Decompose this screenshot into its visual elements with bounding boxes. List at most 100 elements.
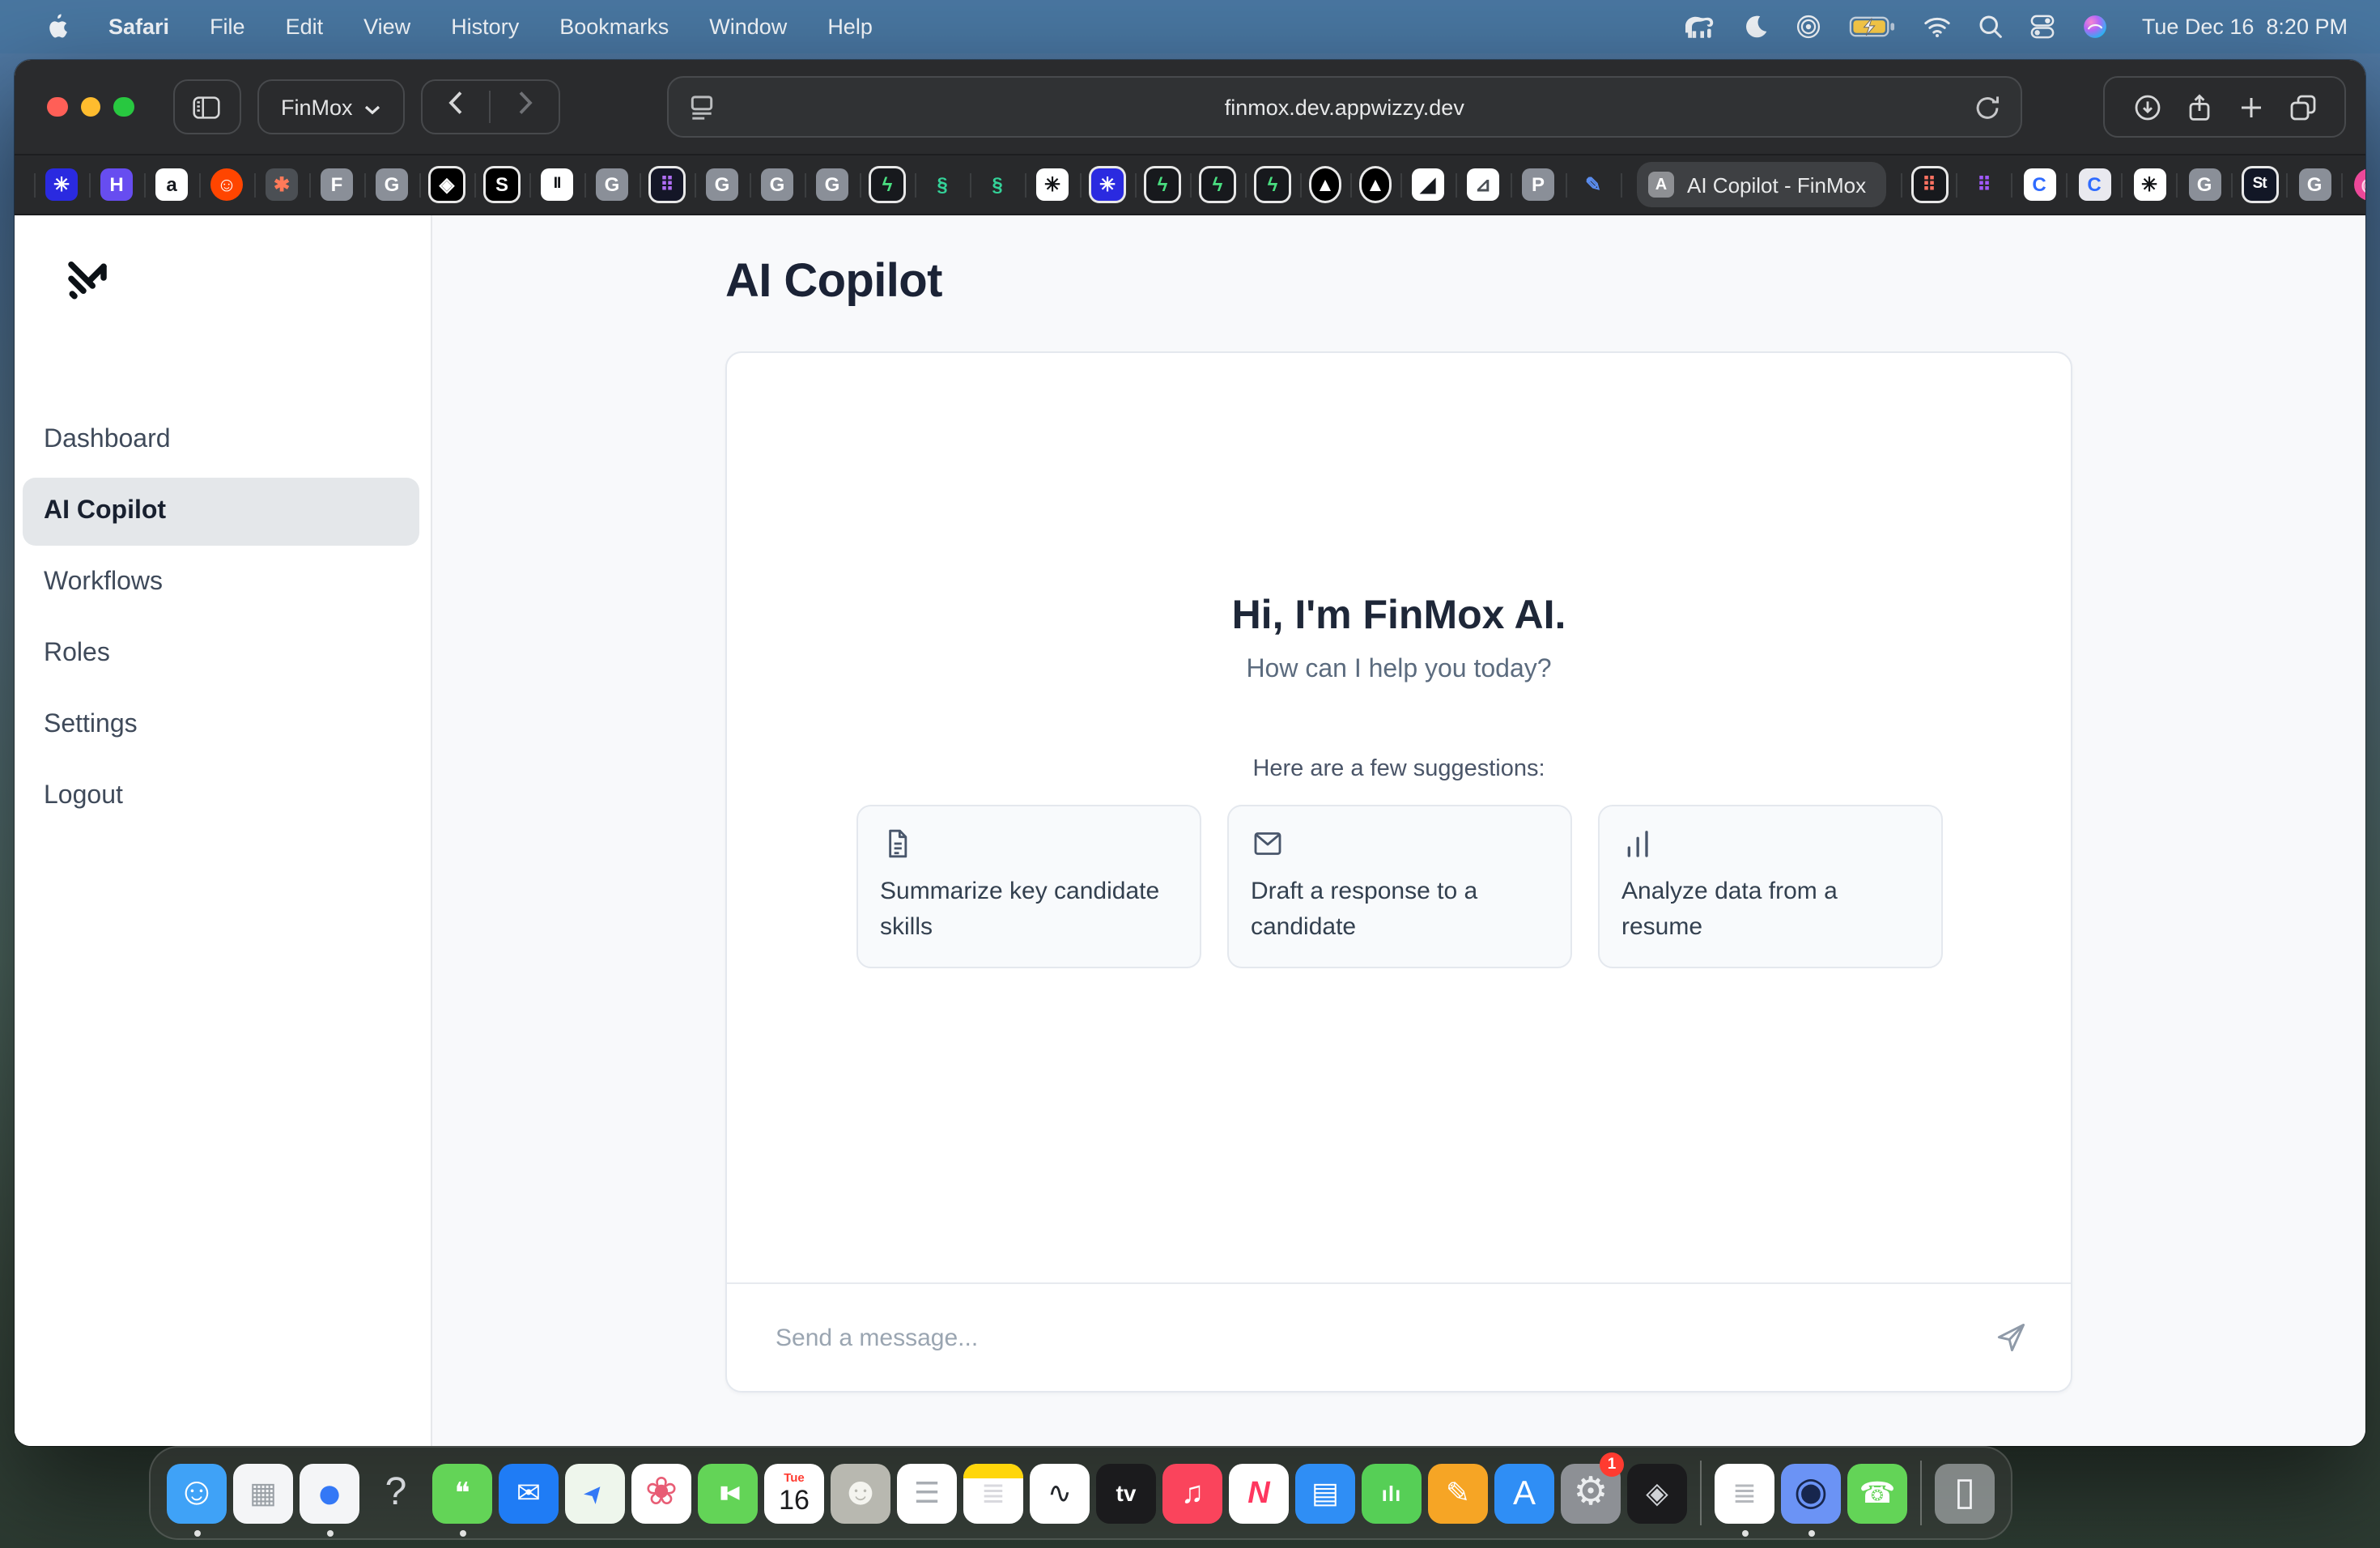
- zoom-window-button[interactable]: [113, 97, 134, 117]
- dock-pages[interactable]: ✎: [1425, 1446, 1491, 1540]
- dock-finder[interactable]: ☺: [164, 1446, 230, 1540]
- favicon-bolt-dark[interactable]: ϟ: [871, 168, 903, 201]
- sidebar-item-dashboard[interactable]: Dashboard: [23, 406, 419, 474]
- favicon-bolt-dark[interactable]: ϟ: [1146, 168, 1179, 201]
- dock-apple-tv[interactable]: tv: [1093, 1446, 1159, 1540]
- favicon-spiral-green[interactable]: §: [981, 168, 1014, 201]
- favicon-amazon[interactable]: a: [155, 168, 188, 201]
- favicon-spiral-green[interactable]: §: [926, 168, 958, 201]
- tab-overview-icon[interactable]: [2289, 93, 2316, 121]
- finmox-logo[interactable]: [63, 257, 112, 306]
- control-center-icon[interactable]: [2030, 15, 2055, 39]
- page-reader-icon[interactable]: [688, 93, 716, 121]
- favicon-letter-g[interactable]: G: [816, 168, 848, 201]
- address-bar[interactable]: finmox.dev.appwizzy.dev: [667, 76, 2022, 138]
- dock-messages[interactable]: ❝: [429, 1446, 495, 1540]
- favicon-letter-g[interactable]: G: [2188, 168, 2221, 201]
- dock-reminders[interactable]: ☰: [894, 1446, 960, 1540]
- dock-developer[interactable]: ◈: [1624, 1446, 1690, 1540]
- download-icon[interactable]: [2133, 93, 2161, 121]
- favicon-chatgpt-blue[interactable]: ✳: [45, 168, 78, 201]
- share-icon[interactable]: [2185, 93, 2212, 121]
- focus-moon-icon[interactable]: [1744, 15, 1768, 39]
- favicon-letter-g[interactable]: G: [376, 168, 408, 201]
- menu-window[interactable]: Window: [709, 15, 787, 39]
- favicon-figma-color[interactable]: ⠿: [1968, 168, 2000, 201]
- favicon-openai-blue[interactable]: ✳: [1091, 168, 1124, 201]
- dock-keynote[interactable]: ▤: [1292, 1446, 1358, 1540]
- favicon-pixel-grid[interactable]: ⠿: [651, 168, 683, 201]
- menu-history[interactable]: History: [451, 15, 519, 39]
- favicon-letter-g[interactable]: G: [706, 168, 738, 201]
- menu-file[interactable]: File: [210, 15, 245, 39]
- favicon-letter-c-blue[interactable]: C: [2023, 168, 2055, 201]
- message-input[interactable]: [776, 1324, 1993, 1351]
- dock-quicktime[interactable]: ◉: [1778, 1446, 1844, 1540]
- menu-help[interactable]: Help: [827, 15, 873, 39]
- dock-phone[interactable]: ☎: [1844, 1446, 1910, 1540]
- dock-system-settings[interactable]: ⚙1: [1558, 1446, 1624, 1540]
- dock-music[interactable]: ♫: [1159, 1446, 1226, 1540]
- favicon-openai-white[interactable]: ✳: [1036, 168, 1069, 201]
- favicon-swoosh[interactable]: ◢: [1412, 168, 1444, 201]
- suggestion-card[interactable]: Analyze data from a resume: [1597, 805, 1942, 968]
- wifi-icon[interactable]: [1923, 15, 1951, 39]
- menubar-clock[interactable]: Tue Dec 16 8:20 PM: [2142, 15, 2348, 39]
- favicon-letter-f[interactable]: F: [321, 168, 353, 201]
- apple-menu-icon[interactable]: [45, 13, 68, 40]
- suggestion-card[interactable]: Draft a response to a candidate: [1226, 805, 1571, 968]
- favicon-letter-g[interactable]: G: [761, 168, 793, 201]
- forward-button[interactable]: [491, 81, 559, 133]
- favicon-dribbble[interactable]: ◉: [2353, 168, 2365, 201]
- favicon-pause-white[interactable]: II: [541, 168, 573, 201]
- favicon-pen-color[interactable]: ✎: [1577, 168, 1609, 201]
- site-app-menu-button[interactable]: FinMox: [257, 79, 405, 134]
- favicon-bolt-dark[interactable]: ϟ: [1256, 168, 1289, 201]
- sidebar-item-settings[interactable]: Settings: [23, 691, 419, 759]
- active-tab[interactable]: A AI Copilot - FinMox: [1637, 162, 1885, 207]
- favicon-vercel-oval[interactable]: ▲: [1311, 168, 1339, 201]
- dock-news[interactable]: N: [1226, 1446, 1292, 1540]
- favicon-figma-dark[interactable]: ⠿: [1913, 168, 1945, 201]
- favicon-script-s[interactable]: S: [486, 168, 518, 201]
- favicon-hostinger[interactable]: H: [100, 168, 133, 201]
- dock-trash[interactable]: ▯: [1932, 1446, 1998, 1540]
- favicon-framer-dark[interactable]: ◈: [431, 168, 463, 201]
- favicon-stripe-st[interactable]: St: [2243, 168, 2276, 201]
- favicon-openai-white[interactable]: ✳: [2133, 168, 2165, 201]
- dock-maps[interactable]: ➤: [562, 1446, 628, 1540]
- dock-photos[interactable]: ❀: [628, 1446, 695, 1540]
- dock-app-store[interactable]: A: [1491, 1446, 1558, 1540]
- dock-notes[interactable]: ≣: [960, 1446, 1026, 1540]
- dock-textedit[interactable]: ≣: [1711, 1446, 1778, 1540]
- dock-help[interactable]: ?: [363, 1446, 429, 1540]
- favicon-reddit[interactable]: ☺: [210, 168, 243, 201]
- favicon-letter-c-blue-light[interactable]: C: [2078, 168, 2110, 201]
- elephant-app-icon[interactable]: [1682, 15, 1716, 39]
- sidebar-item-roles[interactable]: Roles: [23, 620, 419, 688]
- menu-view[interactable]: View: [363, 15, 410, 39]
- sidebar-toggle-button[interactable]: [172, 79, 240, 134]
- favicon-letter-p[interactable]: P: [1522, 168, 1554, 201]
- dock-numbers[interactable]: ılı: [1358, 1446, 1425, 1540]
- battery-charging-icon[interactable]: [1849, 15, 1896, 39]
- minimize-window-button[interactable]: [80, 97, 100, 117]
- dock-facetime[interactable]: ▮◀: [695, 1446, 761, 1540]
- favicon-hubspot[interactable]: ✱: [266, 168, 298, 201]
- favicon-letter-g[interactable]: G: [2298, 168, 2331, 201]
- menu-edit[interactable]: Edit: [286, 15, 324, 39]
- favicon-bolt-dark[interactable]: ϟ: [1201, 168, 1234, 201]
- spotlight-search-icon[interactable]: [1978, 15, 2003, 39]
- dock-mail[interactable]: ✉: [495, 1446, 562, 1540]
- sidebar-item-logout[interactable]: Logout: [23, 763, 419, 831]
- close-window-button[interactable]: [47, 97, 67, 117]
- siri-icon[interactable]: [2082, 15, 2108, 39]
- dock-contacts[interactable]: ☻: [827, 1446, 894, 1540]
- dock-calendar[interactable]: Tue16: [761, 1446, 827, 1540]
- sidebar-item-ai-copilot[interactable]: AI Copilot: [23, 478, 419, 546]
- reload-icon[interactable]: [1974, 93, 2001, 121]
- dock-launchpad[interactable]: ▦: [230, 1446, 296, 1540]
- airdrop-icon[interactable]: [1796, 15, 1821, 39]
- new-tab-icon[interactable]: [2237, 93, 2264, 121]
- menu-bookmarks[interactable]: Bookmarks: [559, 15, 669, 39]
